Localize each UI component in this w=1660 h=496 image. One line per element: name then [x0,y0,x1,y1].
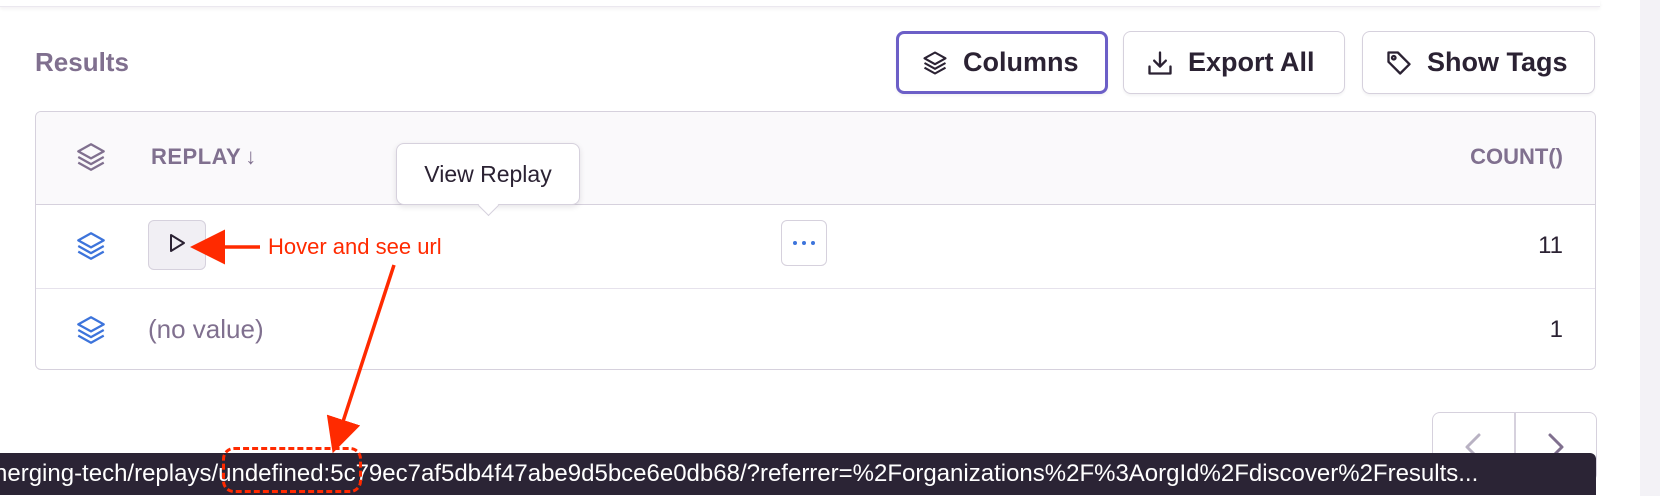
count-cell: 1 [1549,316,1563,343]
replay-header-label: REPLAY [151,144,242,169]
replay-cell: (no value) [148,314,264,344]
table-row: (no value) 1 [36,290,1595,369]
annotation-label: Hover and see url [268,234,442,259]
download-icon [1146,49,1174,77]
stack-icon[interactable] [74,313,108,347]
results-heading: Results [35,47,129,77]
tag-icon [1385,49,1413,77]
page: Results Columns Export All Show Tags REP… [0,0,1660,496]
count-column-header[interactable]: COUNT() [1470,144,1563,170]
stack-icon [921,49,949,77]
table-header: REPLAY ↓ COUNT() [36,112,1595,205]
view-replay-tooltip: View Replay [396,143,580,205]
replay-column-header[interactable]: REPLAY ↓ [151,144,257,170]
count-cell: 11 [1538,232,1563,259]
url-highlight-box [222,447,362,493]
columns-button-label: Columns [963,47,1079,77]
show-tags-label: Show Tags [1427,47,1568,77]
play-icon [165,231,189,260]
ellipsis-icon [793,241,797,245]
export-all-label: Export All [1188,47,1315,77]
stack-icon [74,140,108,174]
sort-arrow-icon: ↓ [245,144,257,169]
window-edge [1640,0,1660,496]
export-all-button[interactable]: Export All [1123,31,1345,94]
stack-icon[interactable] [74,229,108,263]
panel-edge [0,0,1600,7]
content-area: Results Columns Export All Show Tags REP… [0,0,1640,496]
view-replay-button[interactable] [148,220,206,270]
columns-button[interactable]: Columns [896,31,1108,94]
show-tags-button[interactable]: Show Tags [1362,31,1595,94]
cell-actions-button[interactable] [781,220,827,266]
